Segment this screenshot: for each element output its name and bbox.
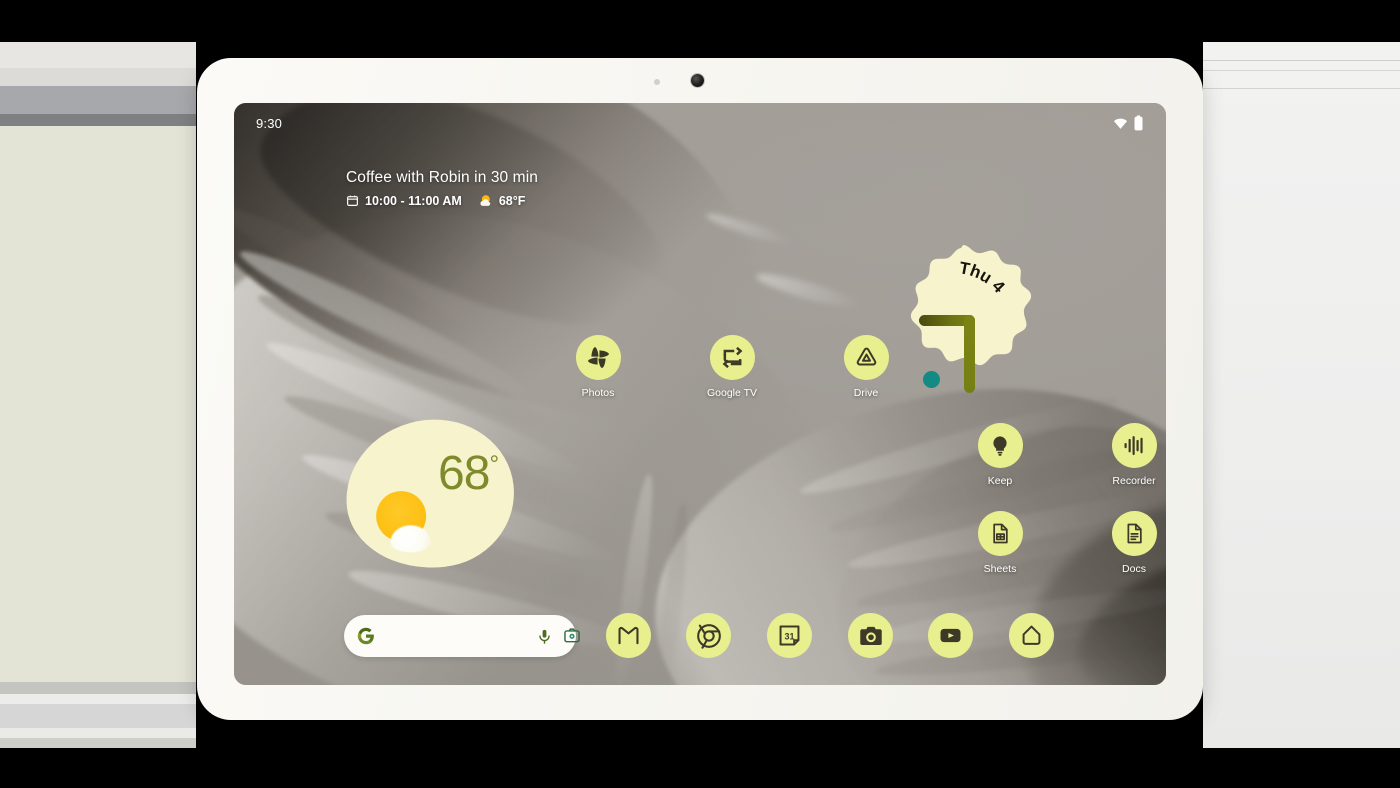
app-label: Drive bbox=[853, 387, 879, 399]
front-camera-icon bbox=[691, 74, 704, 87]
app-icon-recorder[interactable]: Recorder bbox=[1096, 423, 1166, 487]
weather-temp-value: 68 bbox=[438, 446, 490, 500]
app-icon-google-tv[interactable]: Google TV bbox=[694, 335, 770, 399]
backdrop-band bbox=[0, 0, 1400, 42]
google-lens-icon[interactable] bbox=[563, 627, 581, 645]
backdrop-band bbox=[0, 748, 1400, 788]
app-icon-sheets[interactable]: Sheets bbox=[962, 511, 1038, 575]
backdrop-band bbox=[0, 68, 196, 86]
status-bar: 9:30 bbox=[234, 103, 1166, 143]
dock-icon-gmail[interactable] bbox=[606, 613, 651, 658]
photos-pinwheel-icon bbox=[575, 335, 621, 380]
clock-minute-hand bbox=[964, 315, 975, 393]
backdrop-band bbox=[0, 126, 196, 682]
backdrop-hairline bbox=[1203, 70, 1400, 71]
tablet-device: 9:30 Coffee with Robin in 30 min 10:00 -… bbox=[197, 58, 1203, 720]
sun-behind-cloud-icon bbox=[478, 193, 493, 208]
backdrop-band bbox=[0, 86, 196, 114]
calendar-badge-number: 31 bbox=[785, 631, 795, 641]
clock-date-text: Thu 4 bbox=[958, 258, 1009, 297]
glance-subtitle: 10:00 - 11:00 AM 68°F bbox=[346, 193, 538, 208]
backdrop-band bbox=[0, 114, 196, 126]
at-a-glance-widget[interactable]: Coffee with Robin in 30 min 10:00 - 11:0… bbox=[346, 169, 538, 208]
ambient-light-sensor-icon bbox=[654, 79, 660, 85]
backdrop-band bbox=[0, 728, 196, 738]
app-icon-docs[interactable]: Docs bbox=[1096, 511, 1166, 575]
app-icon-photos[interactable]: Photos bbox=[560, 335, 636, 399]
app-label: Google TV bbox=[706, 387, 757, 399]
backdrop-band bbox=[0, 738, 196, 748]
app-label: Sheets bbox=[983, 563, 1017, 575]
app-icon-keep[interactable]: Keep bbox=[962, 423, 1038, 487]
app-label: Photos bbox=[581, 387, 615, 399]
app-label: Keep bbox=[987, 475, 1013, 487]
dock-icon-calendar[interactable]: 31 bbox=[767, 613, 812, 658]
weather-temperature: 68° bbox=[438, 446, 498, 501]
wifi-icon bbox=[1113, 116, 1128, 131]
status-time: 9:30 bbox=[256, 115, 283, 131]
battery-icon bbox=[1133, 115, 1144, 131]
google-g-icon bbox=[357, 627, 375, 645]
clock-widget[interactable]: Thu 4 bbox=[887, 243, 1039, 395]
google-tv-icon bbox=[709, 335, 755, 380]
microphone-icon[interactable] bbox=[536, 628, 553, 645]
dock-icon-google-home[interactable] bbox=[1009, 613, 1054, 658]
dock-icon-youtube[interactable] bbox=[928, 613, 973, 658]
backdrop-band bbox=[0, 682, 196, 694]
glance-temperature: 68°F bbox=[498, 193, 526, 208]
calendar-icon bbox=[346, 194, 359, 207]
backdrop-band bbox=[0, 42, 196, 68]
dock-icon-chrome[interactable] bbox=[686, 613, 731, 658]
app-label: Docs bbox=[1122, 563, 1146, 575]
docs-icon bbox=[1111, 511, 1157, 556]
backdrop-band bbox=[0, 694, 196, 704]
glance-time-range: 10:00 - 11:00 AM bbox=[365, 193, 462, 208]
weather-cloud-icon bbox=[390, 525, 431, 553]
recorder-waveform-icon bbox=[1111, 423, 1157, 468]
dock-icon-camera[interactable] bbox=[848, 613, 893, 658]
search-input[interactable] bbox=[381, 629, 536, 643]
google-search-bar[interactable] bbox=[344, 615, 580, 657]
weather-degree-symbol: ° bbox=[489, 450, 499, 478]
backdrop-hairline bbox=[1203, 60, 1400, 61]
app-label: Recorder bbox=[1112, 475, 1156, 487]
keep-bulb-icon bbox=[977, 423, 1023, 468]
drive-triangle-icon bbox=[843, 335, 889, 380]
app-icon-drive[interactable]: Drive bbox=[828, 335, 904, 399]
tablet-screen[interactable]: 9:30 Coffee with Robin in 30 min 10:00 -… bbox=[234, 103, 1166, 685]
clock-second-dot bbox=[923, 371, 940, 388]
backdrop-band bbox=[0, 704, 196, 728]
svg-text:Thu 4: Thu 4 bbox=[958, 258, 1009, 297]
backdrop-right-panel bbox=[1203, 42, 1400, 748]
backdrop-hairline bbox=[1203, 88, 1400, 89]
sheets-icon bbox=[977, 511, 1023, 556]
glance-title: Coffee with Robin in 30 min bbox=[346, 169, 538, 186]
